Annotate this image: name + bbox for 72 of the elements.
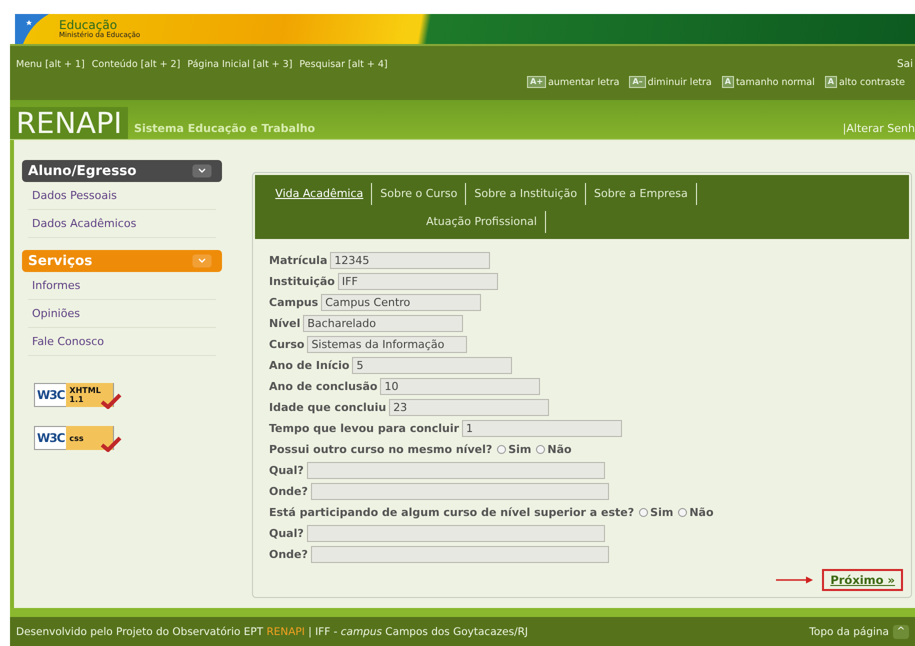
field-label: Onde? — [269, 548, 308, 560]
input-field[interactable]: Bacharelado — [303, 314, 464, 332]
section-title: Serviços — [28, 253, 92, 269]
shortcut-link[interactable]: Pesquisar [alt + 4] — [299, 58, 388, 70]
radio-option[interactable]: Sim — [639, 506, 674, 518]
field-label: Onde? — [269, 484, 308, 498]
field-label: Ano de Início — [269, 358, 350, 372]
field-label: Tempo que levou para concluir — [269, 422, 460, 434]
radio-option[interactable]: Não — [536, 442, 572, 456]
input-field[interactable] — [306, 462, 605, 478]
field-label: Ano de conclusão — [269, 380, 378, 392]
check-icon — [100, 393, 122, 409]
input-field[interactable]: 1 — [462, 420, 622, 436]
validator-badge[interactable]: W3C css — [34, 426, 114, 450]
up-button[interactable]: ^ — [893, 624, 909, 638]
next-button[interactable]: Próximo » — [822, 569, 903, 591]
field-label: Qual? — [269, 464, 304, 476]
footer-text: Desenvolvido pelo Projeto do Observatório EPT RENAPI | IFF - campus Campos dos Goytacazes/RJ — [16, 626, 528, 638]
input-field[interactable]: 10 — [380, 378, 540, 394]
font-size-link[interactable]: A tamanho normal — [722, 76, 815, 88]
exit-link[interactable]: Sai — [896, 58, 913, 70]
top-of-page-link[interactable]: Topo da página — [809, 626, 889, 638]
tab[interactable]: Atuação Profissional — [418, 211, 546, 233]
font-size-icon: A+ — [527, 76, 546, 88]
input-field[interactable]: IFF — [338, 272, 498, 290]
section-header[interactable]: Aluno/Egresso — [22, 160, 222, 182]
field-label: Curso — [269, 338, 304, 350]
field-label: Idade que concluiu — [269, 400, 386, 414]
input-field[interactable]: Sistemas da Informação — [307, 336, 468, 352]
section-title: Aluno/Egresso — [28, 163, 137, 179]
field-label: Está participando de algum curso de nível superior a este? — [269, 506, 634, 518]
logo: RENAPI — [10, 107, 128, 139]
field-label: Qual? — [269, 526, 304, 540]
font-size-link[interactable]: A+ aumentar letra — [527, 76, 620, 88]
check-icon — [100, 436, 122, 452]
tab[interactable]: Vida Acadêmica — [267, 183, 372, 205]
chevron-icon — [192, 164, 212, 178]
tagline: Sistema Educação e Trabalho — [134, 122, 316, 135]
input-field[interactable] — [310, 546, 609, 562]
sidebar-item[interactable]: Informes — [28, 272, 216, 300]
field-label: Nível — [269, 316, 300, 330]
sidebar-item[interactable]: Opiniões — [28, 300, 216, 328]
tab[interactable]: Sobre o Curso — [372, 183, 466, 205]
banner-title: Educação — [59, 19, 118, 31]
flag-swoosh-icon — [15, 14, 49, 44]
shortcut-link[interactable]: Conteúdo [alt + 2] — [92, 58, 180, 70]
font-size-link[interactable]: A– diminuir letra — [629, 76, 712, 88]
chevron-icon — [192, 254, 212, 268]
field-label: Campus — [269, 296, 318, 308]
sidebar-item[interactable]: Dados Acadêmicos — [28, 210, 216, 238]
input-field[interactable] — [306, 524, 605, 542]
radio-option[interactable]: Não — [678, 506, 714, 518]
field-label: Possui outro curso no mesmo nível? — [269, 442, 492, 456]
tab[interactable]: Sobre a Empresa — [586, 183, 697, 205]
field-label: Instituição — [269, 274, 335, 288]
font-size-icon: A — [824, 76, 837, 88]
input-field[interactable]: 5 — [352, 356, 512, 374]
input-field[interactable] — [310, 482, 609, 500]
tab[interactable]: Sobre a Instituição — [466, 183, 586, 205]
font-size-icon: A — [722, 76, 734, 88]
input-field[interactable]: 12345 — [330, 252, 490, 268]
font-size-icon: A– — [629, 76, 646, 88]
sidebar-item[interactable]: Dados Pessoais — [28, 182, 216, 210]
field-label: Matrícula — [269, 254, 328, 266]
sidebar-item[interactable]: Fale Conosco — [28, 328, 216, 356]
radio-option[interactable]: Sim — [497, 442, 532, 456]
shortcut-link[interactable]: Menu [alt + 1] — [16, 58, 85, 70]
shortcut-link[interactable]: Página Inicial [alt + 3] — [187, 58, 292, 70]
font-size-link[interactable]: A alto contraste — [824, 76, 905, 88]
pointer-arrow — [776, 576, 814, 584]
input-field[interactable]: Campus Centro — [321, 294, 482, 310]
input-field[interactable]: 23 — [389, 398, 550, 416]
